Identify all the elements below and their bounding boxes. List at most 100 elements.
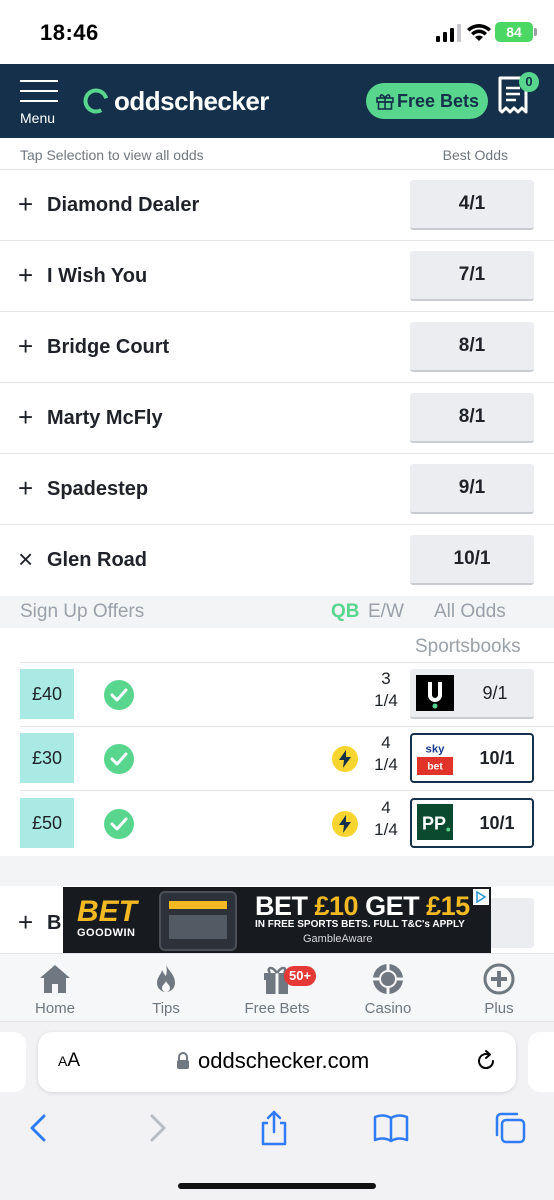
browser-chrome: AA oddschecker.com (0, 1021, 554, 1200)
betslip-button[interactable]: 0 (496, 72, 539, 118)
sign-up-offer-amount[interactable]: £50 (20, 798, 74, 848)
paddy-power-logo-icon: PP (417, 804, 453, 840)
reload-icon[interactable] (474, 1049, 498, 1073)
reader-text-size-button[interactable]: AA (58, 1050, 80, 1072)
url-text[interactable]: oddschecker.com (198, 1048, 369, 1074)
bookmarks-button[interactable] (371, 1108, 411, 1148)
runner-name[interactable]: Spadestep (47, 478, 148, 501)
nav-label: Home (34, 1000, 75, 1017)
runner-name[interactable]: Marty McFly (47, 407, 163, 430)
free-bets-label: Free Bets (396, 90, 480, 111)
nav-casino[interactable]: Casino (333, 962, 443, 1017)
menu-label: Menu (20, 110, 56, 126)
chevron-left-icon (30, 1114, 46, 1142)
back-button[interactable] (18, 1108, 58, 1148)
bottom-navigation: Home Tips 50+ Free Bets Casino Plus (0, 953, 554, 1021)
runner-name[interactable]: I Wish You (47, 265, 147, 288)
unibet-logo-icon (416, 675, 454, 711)
best-odds-button[interactable]: 7/1 (410, 251, 534, 301)
home-icon (40, 965, 70, 993)
bookmaker-odds-button[interactable]: sky bet 10/1 (410, 733, 534, 783)
runner-row[interactable]: + Marty McFly 8/1 (0, 383, 554, 454)
nav-label: Plus (484, 1000, 514, 1017)
ad-brand-name: GOODWIN (77, 927, 136, 939)
sign-up-offer-amount[interactable]: £40 (20, 669, 74, 719)
best-odds-button[interactable]: 8/1 (410, 393, 534, 443)
runner-row[interactable]: + I Wish You 7/1 (0, 241, 554, 312)
svg-text:sky: sky (426, 743, 446, 755)
menu-button[interactable]: Menu (18, 76, 60, 126)
ad-choices-icon[interactable] (473, 889, 489, 905)
free-bets-button[interactable]: Free Bets (366, 83, 488, 119)
previous-tab-peek[interactable] (0, 1032, 26, 1092)
address-bar[interactable]: AA oddschecker.com (38, 1032, 516, 1092)
runner-row[interactable]: + Diamond Dealer 4/1 (0, 170, 554, 241)
expand-toggle-icon[interactable]: + (18, 909, 33, 935)
bookmaker-odds-button[interactable]: PP 10/1 (410, 798, 534, 848)
runner-name[interactable]: Bridge Court (47, 336, 169, 359)
expand-toggle-icon[interactable]: + (18, 191, 36, 217)
best-odds-button[interactable] (490, 898, 534, 948)
wifi-icon (467, 24, 491, 41)
expand-toggle-icon[interactable]: + (18, 475, 36, 501)
runner-row-expanded[interactable]: × Glen Road 10/1 (0, 525, 554, 596)
runner-name[interactable]: B (47, 912, 61, 935)
sign-up-offers-tab[interactable]: Sign Up Offers (20, 601, 144, 623)
quick-bet-bolt-icon[interactable] (332, 811, 358, 837)
svg-text:bet: bet (427, 761, 443, 772)
gamble-aware-logo: GambleAware (303, 933, 373, 945)
runner-row[interactable]: + Spadestep 9/1 (0, 454, 554, 525)
cellular-signal-icon (436, 24, 461, 42)
expand-toggle-icon[interactable]: + (18, 262, 36, 288)
runner-list: + Diamond Dealer 4/1 + I Wish You 7/1 + … (0, 170, 554, 596)
tabs-button[interactable] (490, 1108, 530, 1148)
expand-toggle-icon[interactable]: + (18, 404, 36, 430)
next-tab-peek[interactable] (528, 1032, 554, 1092)
hamburger-icon (20, 80, 58, 82)
bookmaker-odds: 10/1 (479, 813, 515, 833)
logo-text: oddschecker (114, 85, 269, 116)
selection-hint: Tap Selection to view all odds (20, 147, 204, 163)
gift-icon (376, 94, 394, 110)
share-button[interactable] (254, 1108, 294, 1148)
runner-row[interactable]: + Bridge Court 8/1 (0, 312, 554, 383)
best-odds-button[interactable]: 9/1 (410, 464, 534, 514)
runner-name[interactable]: Glen Road (47, 549, 147, 572)
section-gap (0, 856, 554, 886)
best-odds-button[interactable]: 4/1 (410, 180, 534, 230)
each-way-fraction: 1/4 (374, 755, 398, 774)
all-odds-tab[interactable]: All Odds (434, 601, 506, 623)
expand-toggle-icon[interactable]: + (18, 333, 36, 359)
each-way-tab[interactable]: E/W (368, 601, 404, 623)
oddschecker-logo[interactable]: oddschecker (82, 84, 269, 118)
clock: 18:46 (40, 20, 99, 45)
forward-button[interactable] (138, 1108, 178, 1148)
bookmaker-offer-row: £50 4 1/4 PP 10/1 (0, 794, 554, 858)
battery-indicator: 84 (495, 22, 537, 42)
nav-plus[interactable]: Plus (444, 962, 554, 1017)
nav-home[interactable]: Home (0, 962, 110, 1017)
ad-headline: BET £10 GET £15 (255, 891, 470, 921)
casino-chip-icon (373, 964, 403, 994)
free-bets-count-badge: 50+ (284, 966, 317, 986)
quick-bet-tab[interactable]: QB (331, 601, 360, 623)
collapse-toggle-icon[interactable]: × (18, 546, 36, 572)
best-odds-button[interactable]: 8/1 (410, 322, 534, 372)
flame-icon (157, 964, 175, 992)
plus-circle-icon (483, 963, 515, 995)
bookmaker-odds-button[interactable]: 9/1 (410, 669, 534, 719)
logo-mark-icon (83, 88, 109, 114)
runner-name[interactable]: Diamond Dealer (47, 194, 199, 217)
sign-up-offer-amount[interactable]: £30 (20, 733, 74, 783)
betgoodwin-ad-banner[interactable]: BET GOODWIN BET £10 GET £15 IN FREE SPOR… (63, 887, 491, 953)
nav-free-bets[interactable]: 50+ Free Bets (222, 962, 332, 1017)
quick-bet-bolt-icon[interactable] (332, 746, 358, 772)
check-icon (104, 809, 134, 839)
nav-label: Tips (152, 1000, 180, 1017)
nav-tips[interactable]: Tips (111, 962, 221, 1017)
each-way-places: 4 (381, 733, 391, 752)
expanded-panel-header: Sign Up Offers QB E/W All Odds (0, 596, 554, 628)
check-icon (104, 744, 134, 774)
best-odds-button[interactable]: 10/1 (410, 535, 534, 585)
sportsbooks-label: Sportsbooks (415, 636, 521, 657)
